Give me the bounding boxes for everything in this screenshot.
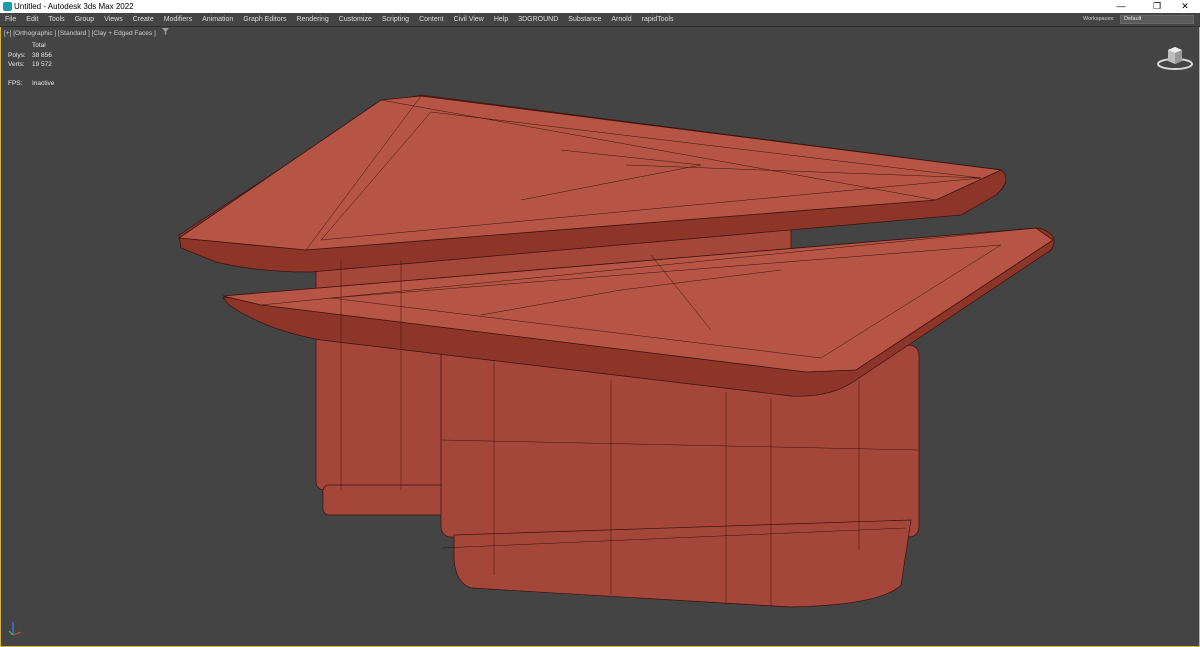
verts-label: Verts: xyxy=(8,61,25,68)
fps-label: FPS: xyxy=(8,79,23,87)
fps-value: Inactive xyxy=(32,79,55,87)
statistics-overlay: Total Polys: 38 856 Verts: 19 572 FPS: I… xyxy=(8,41,54,88)
window-title: Untitled - Autodesk 3ds Max 2022 xyxy=(14,2,134,11)
menu-item-rendering[interactable]: Rendering xyxy=(291,13,333,26)
stats-fps-row: FPS: Inactive xyxy=(8,79,54,89)
viewport-label[interactable]: [+] [Orthographic ] [Standard ] [Clay + … xyxy=(4,30,156,37)
menu-item-3dground[interactable]: 3DGROUND xyxy=(513,13,563,26)
menu-item-graph-editors[interactable]: Graph Editors xyxy=(238,13,291,26)
viewcube-icon[interactable] xyxy=(1155,42,1195,72)
viewport-label-menu[interactable]: [+] [Orthographic ] [Standard ] [Clay + … xyxy=(4,28,169,37)
restore-button[interactable]: ❐ xyxy=(1142,0,1172,13)
title-bar: Untitled - Autodesk 3ds Max 2022 — ❐ ✕ xyxy=(0,0,1200,13)
menu-item-substance[interactable]: Substance xyxy=(563,13,606,26)
stats-verts-row: Verts: 19 572 xyxy=(8,60,54,70)
menu-item-file[interactable]: File xyxy=(0,13,21,26)
menu-item-arnold[interactable]: Arnold xyxy=(606,13,636,26)
menu-item-content[interactable]: Content xyxy=(414,13,449,26)
workspaces-label: Workspaces: xyxy=(1083,16,1115,22)
menu-list: File Edit Tools Group Views Create Modifiers An… xyxy=(0,13,679,26)
stats-polys-row: Polys: 38 856 xyxy=(8,51,54,61)
menu-item-animation[interactable]: Animation xyxy=(197,13,238,26)
menu-bar: File Edit Tools Group Views Create Modifiers An… xyxy=(0,13,1200,27)
menu-item-tools[interactable]: Tools xyxy=(43,13,69,26)
menu-item-scripting[interactable]: Scripting xyxy=(377,13,414,26)
menu-item-customize[interactable]: Customize xyxy=(334,13,377,26)
polys-value: 38 856 xyxy=(32,51,52,59)
verts-value: 19 572 xyxy=(32,61,52,68)
perspective-viewport[interactable]: [+] [Orthographic ] [Standard ] [Clay + … xyxy=(0,27,1200,647)
menu-item-modifiers[interactable]: Modifiers xyxy=(159,13,197,26)
menu-item-views[interactable]: Views xyxy=(99,13,128,26)
menu-item-help[interactable]: Help xyxy=(489,13,513,26)
axis-tripod-icon xyxy=(8,622,22,636)
workspace-select[interactable]: Default xyxy=(1120,15,1194,24)
menu-item-rapidtools[interactable]: rapidTools xyxy=(637,13,679,26)
menu-item-group[interactable]: Group xyxy=(70,13,99,26)
menu-item-create[interactable]: Create xyxy=(128,13,159,26)
polys-label: Polys: xyxy=(8,51,26,59)
menu-item-civil-view[interactable]: Civil View xyxy=(449,13,489,26)
funnel-icon[interactable] xyxy=(161,28,169,37)
app-icon xyxy=(3,2,12,11)
menu-item-edit[interactable]: Edit xyxy=(21,13,43,26)
stats-total-label: Total xyxy=(32,42,46,49)
scene-render xyxy=(177,94,1055,608)
close-button[interactable]: ✕ xyxy=(1170,0,1200,13)
minimize-button[interactable]: — xyxy=(1106,0,1136,13)
